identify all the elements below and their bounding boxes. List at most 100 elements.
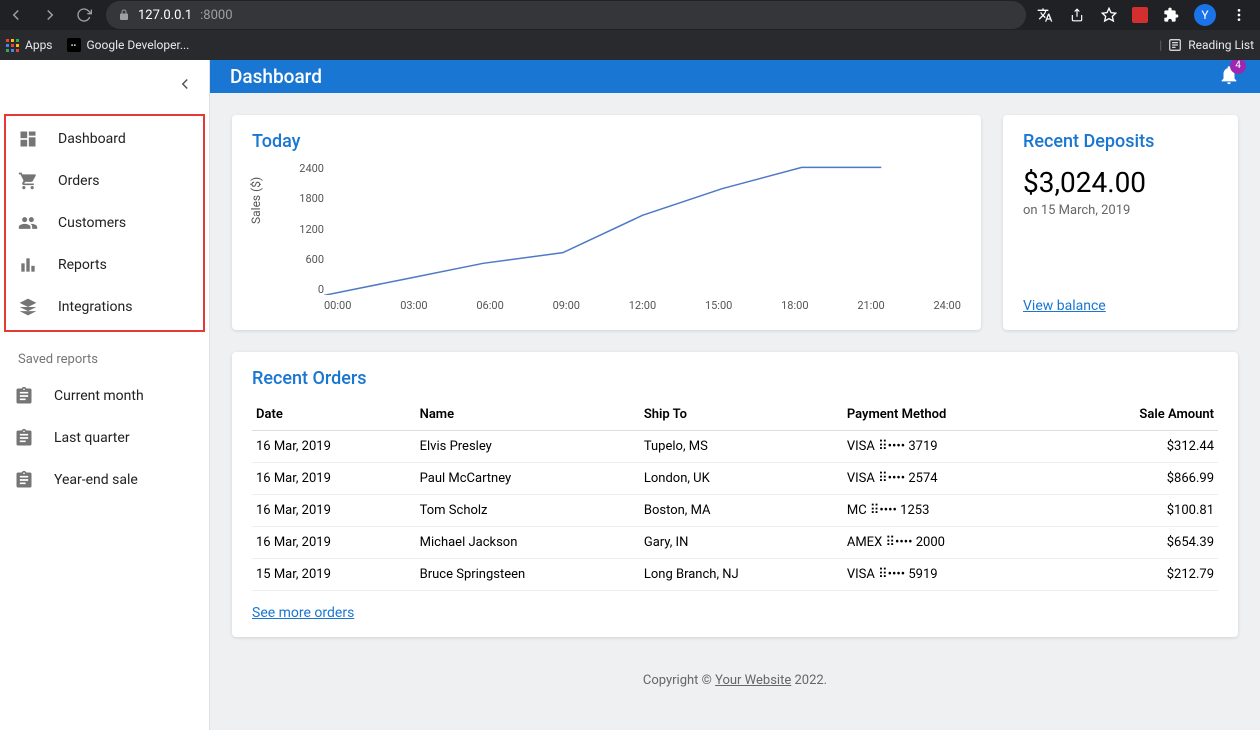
- cell-pay: VISA ⠿•••• 3719: [843, 431, 1055, 463]
- cell-pay: VISA ⠿•••• 5919: [843, 559, 1055, 591]
- reading-list-icon: [1168, 38, 1182, 52]
- sidebar-item-integrations[interactable]: Integrations: [8, 286, 201, 328]
- page-title: Dashboard: [230, 65, 322, 88]
- cell-name: Bruce Springsteen: [416, 559, 640, 591]
- xtick: 03:00: [400, 299, 427, 312]
- cell-ship: London, UK: [640, 463, 843, 495]
- share-icon[interactable]: [1068, 6, 1086, 24]
- cell-ship: Long Branch, NJ: [640, 559, 843, 591]
- saved-report-last-quarter[interactable]: Last quarter: [0, 417, 209, 459]
- chart-line: [324, 162, 961, 295]
- cell-pay: MC ⠿•••• 1253: [843, 495, 1055, 527]
- table-row: 16 Mar, 2019Tom ScholzBoston, MAMC ⠿••••…: [252, 495, 1218, 527]
- collapse-sidebar-button[interactable]: [173, 72, 197, 96]
- saved-report-year-end-sale[interactable]: Year-end sale: [0, 459, 209, 501]
- col-payment: Payment Method: [843, 399, 1055, 431]
- extension-icon-1[interactable]: [1132, 7, 1148, 23]
- xtick: 09:00: [553, 299, 580, 312]
- xtick: 21:00: [857, 299, 884, 312]
- saved-report-label: Last quarter: [54, 430, 130, 446]
- cell-date: 16 Mar, 2019: [252, 431, 416, 463]
- cell-date: 16 Mar, 2019: [252, 463, 416, 495]
- bookmarks-bar: Apps •• Google Developer... | Reading Li…: [0, 30, 1260, 60]
- xtick: 18:00: [781, 299, 808, 312]
- orders-title: Recent Orders: [252, 368, 1218, 389]
- sidebar-item-label: Integrations: [58, 299, 132, 315]
- ytick: 0: [284, 283, 324, 296]
- deposits-date: on 15 March, 2019: [1023, 203, 1218, 218]
- footer-post: 2022.: [791, 673, 827, 688]
- today-title: Today: [252, 131, 961, 152]
- view-balance-link[interactable]: View balance: [1023, 298, 1218, 314]
- assignment-icon: [14, 470, 34, 490]
- footer: Copyright © Your Website 2022.: [232, 659, 1238, 708]
- extensions-icon[interactable]: [1162, 6, 1180, 24]
- ytick: 1800: [284, 192, 324, 205]
- sidebar: Dashboard Orders Customers Reports Integ…: [0, 60, 210, 730]
- cell-ship: Boston, MA: [640, 495, 843, 527]
- assignment-icon: [14, 428, 34, 448]
- orders-table: Date Name Ship To Payment Method Sale Am…: [252, 399, 1218, 591]
- recent-orders-card: Recent Orders Date Name Ship To Payment …: [232, 352, 1238, 637]
- notifications-button[interactable]: 4: [1218, 64, 1240, 90]
- main-content: Dashboard 4 Today Sales ($) 2400 1800 12…: [210, 60, 1260, 730]
- barchart-icon: [18, 255, 38, 275]
- cell-date: 16 Mar, 2019: [252, 495, 416, 527]
- col-amount: Sale Amount: [1055, 399, 1218, 431]
- saved-report-label: Current month: [54, 388, 144, 404]
- ytick: 2400: [284, 162, 324, 175]
- cell-name: Elvis Presley: [416, 431, 640, 463]
- sidebar-item-orders[interactable]: Orders: [8, 160, 201, 202]
- deposits-amount: $3,024.00: [1023, 166, 1218, 199]
- sidebar-item-reports[interactable]: Reports: [8, 244, 201, 286]
- translate-icon[interactable]: [1036, 6, 1054, 24]
- back-button[interactable]: [4, 3, 28, 27]
- sidebar-item-label: Customers: [58, 215, 126, 231]
- footer-pre: Copyright ©: [643, 673, 715, 688]
- bookmark-icon: ••: [67, 38, 81, 52]
- cell-amt: $312.44: [1055, 431, 1218, 463]
- recent-deposits-card: Recent Deposits $3,024.00 on 15 March, 2…: [1003, 115, 1238, 330]
- ytick: 1200: [284, 223, 324, 236]
- menu-icon[interactable]: [1230, 6, 1248, 24]
- sidebar-item-label: Dashboard: [58, 131, 126, 147]
- layers-icon: [18, 297, 38, 317]
- profile-avatar[interactable]: Y: [1194, 4, 1216, 26]
- sidebar-item-customers[interactable]: Customers: [8, 202, 201, 244]
- url-host: 127.0.0.1: [138, 8, 192, 23]
- cell-name: Paul McCartney: [416, 463, 640, 495]
- cell-pay: AMEX ⠿•••• 2000: [843, 527, 1055, 559]
- xtick: 15:00: [705, 299, 732, 312]
- xtick: 12:00: [629, 299, 656, 312]
- forward-button[interactable]: [38, 3, 62, 27]
- people-icon: [18, 213, 38, 233]
- cell-pay: VISA ⠿•••• 2574: [843, 463, 1055, 495]
- dashboard-icon: [18, 129, 38, 149]
- cell-ship: Gary, IN: [640, 527, 843, 559]
- col-date: Date: [252, 399, 416, 431]
- table-row: 16 Mar, 2019Elvis PresleyTupelo, MSVISA …: [252, 431, 1218, 463]
- xtick: 06:00: [476, 299, 503, 312]
- address-bar[interactable]: 127.0.0.1:8000: [106, 1, 1026, 29]
- cell-ship: Tupelo, MS: [640, 431, 843, 463]
- reading-list-button[interactable]: | Reading List: [1159, 38, 1254, 52]
- saved-report-current-month[interactable]: Current month: [0, 375, 209, 417]
- bookmark-google-developer[interactable]: •• Google Developer...: [67, 38, 190, 52]
- footer-site-link[interactable]: Your Website: [715, 673, 791, 688]
- app-bar: Dashboard 4: [210, 60, 1260, 93]
- apps-icon: [6, 39, 19, 52]
- lock-icon: [118, 9, 130, 21]
- sidebar-item-label: Reports: [58, 257, 107, 273]
- reload-button[interactable]: [72, 3, 96, 27]
- see-more-orders-link[interactable]: See more orders: [252, 605, 354, 621]
- saved-reports-header: Saved reports: [0, 332, 209, 375]
- xtick: 24:00: [934, 299, 961, 312]
- today-chart-card: Today Sales ($) 2400 1800 1200 600 0 00:…: [232, 115, 981, 330]
- col-name: Name: [416, 399, 640, 431]
- apps-shortcut[interactable]: Apps: [6, 38, 53, 52]
- chart-yticks: 2400 1800 1200 600 0: [284, 162, 324, 296]
- cell-date: 16 Mar, 2019: [252, 527, 416, 559]
- star-icon[interactable]: [1100, 6, 1118, 24]
- table-row: 16 Mar, 2019Paul McCartneyLondon, UKVISA…: [252, 463, 1218, 495]
- sidebar-item-dashboard[interactable]: Dashboard: [8, 118, 201, 160]
